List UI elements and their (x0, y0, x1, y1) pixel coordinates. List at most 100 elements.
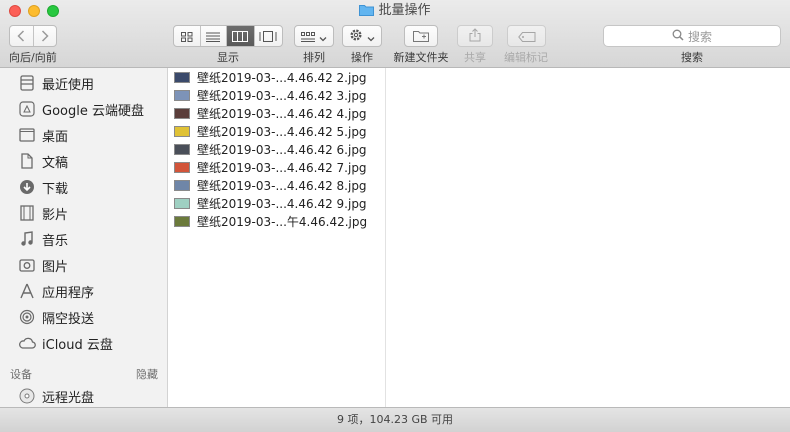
arrange-label: 排列 (303, 51, 325, 64)
file-row[interactable]: 壁纸2019-03-...4.46.42 4.jpg (168, 104, 386, 122)
forward-button[interactable] (34, 26, 57, 46)
list-view-button[interactable] (201, 26, 228, 46)
file-name: 壁纸2019-03-...4.46.42 4.jpg (197, 106, 367, 121)
sidebar-item-label: 音乐 (42, 233, 69, 249)
icloud-icon (18, 334, 36, 352)
google-drive-icon (18, 100, 36, 118)
image-thumbnail-icon (174, 89, 190, 101)
sidebar-item-label: 应用程序 (42, 285, 95, 301)
file-row[interactable]: 壁纸2019-03-...4.46.42 2.jpg (168, 68, 386, 86)
sidebar-item-remote-disc[interactable]: 远程光盘 (0, 383, 167, 407)
sidebar-item-label: 影片 (42, 207, 69, 223)
sidebar-item-label: 最近使用 (42, 77, 95, 93)
empty-column (386, 68, 790, 407)
sidebar-item-movies[interactable]: 影片 (0, 200, 167, 226)
chevron-down-icon (367, 27, 375, 46)
sidebar: 最近使用 Google 云端硬盘 桌面 文稿 下载 影片 音乐 图片 应用程序 … (0, 68, 168, 407)
search-input[interactable]: 搜索 (603, 25, 781, 47)
file-name: 壁纸2019-03-...4.46.42 8.jpg (197, 178, 367, 193)
devices-hide-button[interactable]: 隐藏 (136, 366, 158, 382)
file-row[interactable]: 壁纸2019-03-...4.46.42 6.jpg (168, 140, 386, 158)
file-name: 壁纸2019-03-...午4.46.42.jpg (197, 214, 368, 229)
devices-section-header: 设备 隐藏 (10, 366, 158, 382)
nav-label: 向后/向前 (9, 51, 57, 64)
downloads-icon (18, 178, 36, 196)
sidebar-item-desktop[interactable]: 桌面 (0, 122, 167, 148)
new-folder-icon (413, 27, 429, 46)
file-row[interactable]: 壁纸2019-03-...4.46.42 8.jpg (168, 176, 386, 194)
view-mode-control (173, 25, 283, 47)
grid-icon (180, 27, 193, 46)
devices-header: 设备 (10, 368, 32, 381)
sidebar-item-pictures[interactable]: 图片 (0, 252, 167, 278)
search-icon (672, 29, 684, 44)
gallery-view-button[interactable] (255, 26, 282, 46)
toolbar: 批量操作 向后/向前 显示 排列 操作 新建文件夹 共享 编辑标记 搜索 搜索 (0, 0, 790, 68)
edit-tags-label: 编辑标记 (504, 51, 548, 64)
gear-icon (349, 27, 363, 46)
sidebar-item-downloads[interactable]: 下载 (0, 174, 167, 200)
recents-icon (18, 74, 36, 92)
new-folder-button[interactable] (404, 25, 438, 47)
back-forward-control (9, 25, 57, 47)
sidebar-item-label: 下载 (42, 181, 69, 197)
chevron-down-icon (319, 27, 327, 46)
file-name: 壁纸2019-03-...4.46.42 6.jpg (197, 142, 367, 157)
tag-icon (517, 27, 536, 46)
file-name: 壁纸2019-03-...4.46.42 7.jpg (197, 160, 367, 175)
column-view-button[interactable] (227, 26, 255, 46)
sidebar-item-label: iCloud 云盘 (42, 337, 113, 353)
share-button[interactable] (457, 25, 493, 47)
sidebar-item-icloud[interactable]: iCloud 云盘 (0, 330, 167, 356)
desktop-icon (18, 126, 36, 144)
view-label: 显示 (217, 51, 239, 64)
edit-tags-button[interactable] (507, 25, 546, 47)
gallery-icon (259, 27, 277, 46)
search-label: 搜索 (681, 51, 703, 64)
image-thumbnail-icon (174, 215, 190, 227)
movies-icon (18, 204, 36, 222)
search-placeholder: 搜索 (687, 29, 712, 44)
applications-icon (18, 282, 36, 300)
sidebar-item-label: 文稿 (42, 155, 69, 171)
status-bar: 9 项，104.23 GB 可用 (0, 407, 790, 432)
icon-view-button[interactable] (174, 26, 201, 46)
image-thumbnail-icon (174, 71, 190, 83)
sidebar-item-airdrop[interactable]: 隔空投送 (0, 304, 167, 330)
documents-icon (18, 152, 36, 170)
file-row[interactable]: 壁纸2019-03-...4.46.42 7.jpg (168, 158, 386, 176)
sidebar-item-applications[interactable]: 应用程序 (0, 278, 167, 304)
image-thumbnail-icon (174, 179, 190, 191)
file-column: 壁纸2019-03-...4.46.42 2.jpg 壁纸2019-03-...… (168, 68, 386, 407)
chevron-right-icon (41, 27, 49, 46)
back-button[interactable] (10, 26, 34, 46)
status-text: 9 项，104.23 GB 可用 (336, 413, 454, 426)
image-thumbnail-icon (174, 143, 190, 155)
arrange-grid-icon (301, 27, 315, 46)
sidebar-item-google-drive[interactable]: Google 云端硬盘 (0, 96, 167, 122)
file-row[interactable]: 壁纸2019-03-...4.46.42 5.jpg (168, 122, 386, 140)
window-title-text: 批量操作 (378, 3, 431, 18)
image-thumbnail-icon (174, 161, 190, 173)
sidebar-item-label: 图片 (42, 259, 69, 275)
sidebar-item-music[interactable]: 音乐 (0, 226, 167, 252)
chevron-left-icon (17, 27, 25, 46)
columns-icon (232, 27, 249, 46)
arrange-button[interactable] (294, 25, 334, 47)
file-row[interactable]: 壁纸2019-03-...4.46.42 3.jpg (168, 86, 386, 104)
sidebar-item-label: Google 云端硬盘 (42, 103, 144, 119)
action-button[interactable] (342, 25, 382, 47)
file-name: 壁纸2019-03-...4.46.42 3.jpg (197, 88, 367, 103)
music-icon (18, 230, 36, 248)
remote-disc-icon (18, 387, 36, 405)
file-row[interactable]: 壁纸2019-03-...4.46.42 9.jpg (168, 194, 386, 212)
sidebar-item-recents[interactable]: 最近使用 (0, 70, 167, 96)
sidebar-item-documents[interactable]: 文稿 (0, 148, 167, 174)
share-icon (469, 27, 481, 46)
image-thumbnail-icon (174, 197, 190, 209)
sidebar-item-label: 桌面 (42, 129, 69, 145)
pictures-icon (18, 256, 36, 274)
file-name: 壁纸2019-03-...4.46.42 9.jpg (197, 196, 367, 211)
sidebar-item-label: 远程光盘 (42, 390, 95, 406)
file-row[interactable]: 壁纸2019-03-...午4.46.42.jpg (168, 212, 386, 230)
